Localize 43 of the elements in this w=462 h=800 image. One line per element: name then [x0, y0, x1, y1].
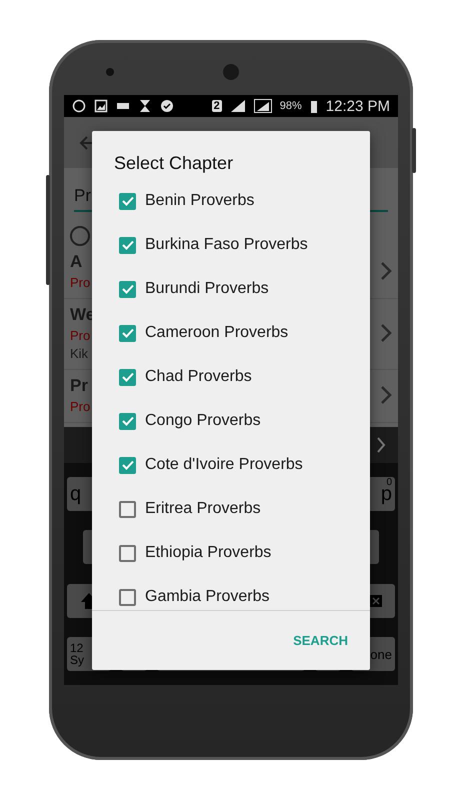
checkbox[interactable]: [119, 500, 136, 518]
checkbox[interactable]: [119, 324, 136, 342]
image-icon: [94, 99, 108, 113]
chapter-label[interactable]: Gambia Proverbs: [145, 588, 270, 606]
chapter-label[interactable]: Burkina Faso Proverbs: [145, 236, 308, 254]
checkbox[interactable]: [119, 588, 136, 606]
check-icon: [160, 99, 174, 113]
result-title: A: [70, 252, 82, 272]
hourglass-icon: [138, 99, 152, 113]
speaker-icon: [223, 64, 239, 80]
chapter-label[interactable]: Chad Proverbs: [145, 368, 252, 386]
clock-time: 12:23 PM: [326, 98, 390, 114]
radio-button[interactable]: [70, 226, 90, 246]
signal-icon: [254, 99, 272, 113]
checkbox[interactable]: [119, 280, 136, 298]
chapter-label[interactable]: Congo Proverbs: [145, 412, 261, 430]
signal-icon: [230, 99, 246, 113]
result-subtitle: Pro: [70, 399, 90, 414]
sim-number: 2: [212, 100, 222, 112]
chevron-right-icon: [380, 261, 392, 281]
chevron-right-icon: [380, 323, 392, 343]
camera-icon: [106, 68, 114, 76]
chapter-label[interactable]: Burundi Proverbs: [145, 280, 269, 298]
battery-icon: [310, 99, 318, 113]
result-subtitle: Pro: [70, 275, 90, 290]
checkbox[interactable]: [119, 192, 136, 210]
chapter-label[interactable]: Ethiopia Proverbs: [145, 544, 272, 562]
result-subtitle: Pro: [70, 328, 90, 343]
chevron-right-icon: [380, 385, 392, 405]
chapter-label[interactable]: Cote d'Ivoire Proverbs: [145, 456, 303, 474]
battery-percent: 98%: [280, 100, 302, 112]
checkbox[interactable]: [119, 456, 136, 474]
checkbox[interactable]: [119, 236, 136, 254]
checkbox[interactable]: [119, 412, 136, 430]
chevron-right-icon: [376, 436, 386, 454]
chapter-label[interactable]: Eritrea Proverbs: [145, 500, 261, 518]
dialog-title: Select Chapter: [114, 153, 234, 174]
result-text: Kik: [70, 346, 88, 361]
chapter-label[interactable]: Cameroon Proverbs: [145, 324, 288, 342]
result-title: Pr: [70, 376, 88, 396]
checkbox[interactable]: [119, 368, 136, 386]
chapter-label[interactable]: Benin Proverbs: [145, 192, 254, 210]
checkbox[interactable]: [119, 544, 136, 562]
